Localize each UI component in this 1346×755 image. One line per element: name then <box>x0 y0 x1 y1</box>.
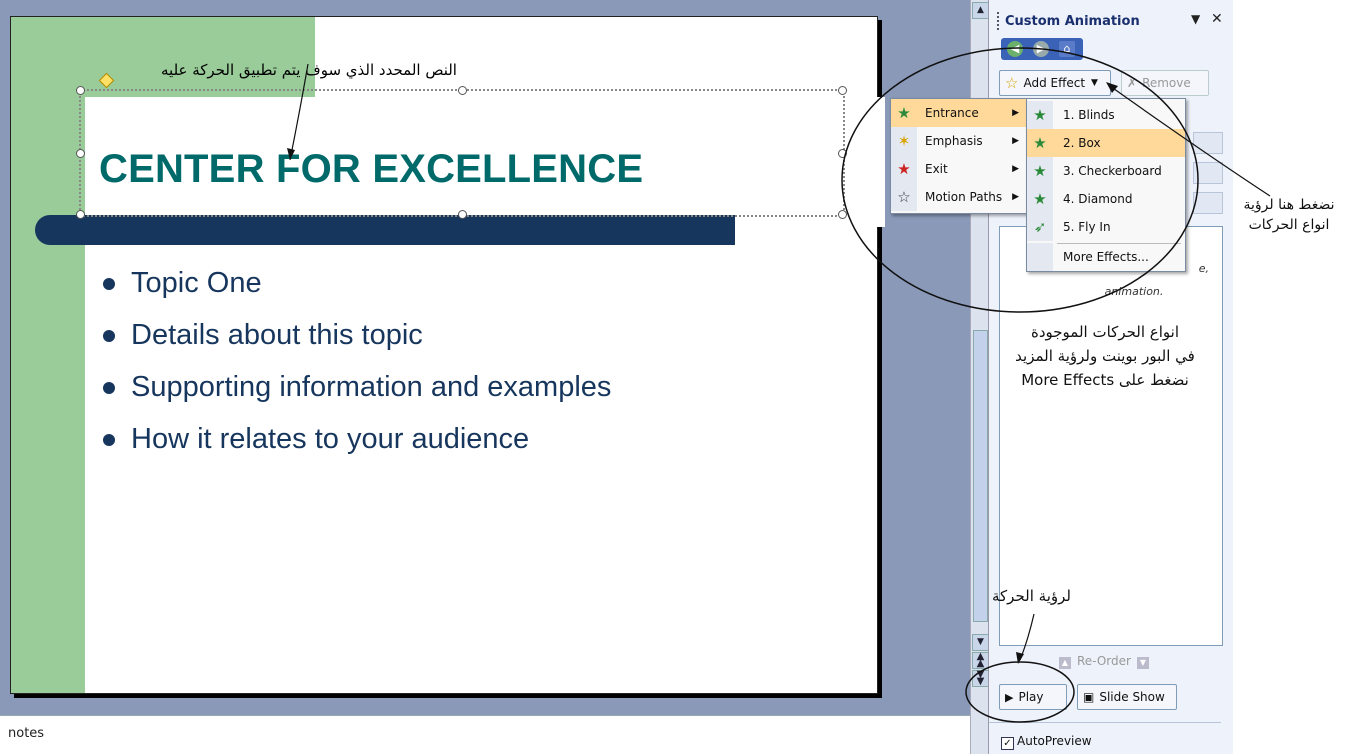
annotation-arrow-play <box>1019 613 1035 661</box>
arrowhead-icon <box>1106 82 1118 93</box>
arrowhead-icon <box>287 148 295 160</box>
annotation-ellipse-play <box>965 661 1075 723</box>
annotation-arrow-title <box>289 63 309 161</box>
annotation-overlay <box>287 47 1271 723</box>
annotation-ellipse-menu <box>841 47 1199 313</box>
